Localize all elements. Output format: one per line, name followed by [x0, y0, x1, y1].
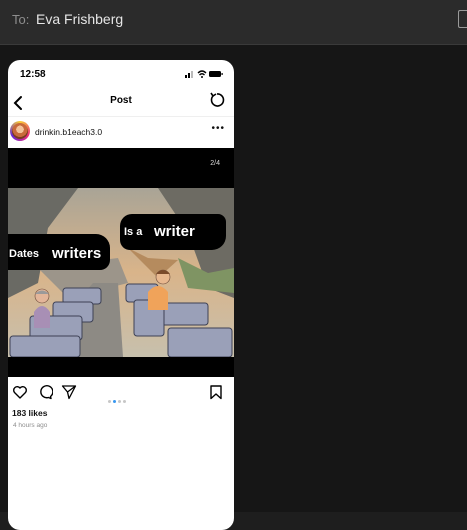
carousel-dot	[118, 400, 121, 403]
recipient-name[interactable]: Eva Frishberg	[36, 11, 123, 27]
to-label: To:	[12, 12, 30, 27]
carousel-dot	[108, 400, 111, 403]
post-header: drinkin.b1each3.0 •••	[8, 116, 234, 149]
post-media[interactable]: 2/4 Dates writers Is a writer	[8, 148, 234, 377]
carousel-dots	[107, 390, 127, 408]
media-counter: 2/4	[210, 160, 220, 167]
status-time: 12:58	[20, 69, 46, 80]
phone-screenshot: 12:58 Post drinkin.b1each3.0 ••• 2/4 Dat…	[8, 60, 234, 530]
carousel-dot-active	[113, 400, 116, 403]
meme-caption-left: Dates writers	[8, 234, 110, 270]
carousel-dot	[123, 400, 126, 403]
post-username[interactable]: drinkin.b1each3.0	[35, 127, 102, 137]
refresh-icon[interactable]	[209, 92, 225, 108]
heart-icon[interactable]	[12, 384, 28, 400]
status-icons	[185, 70, 223, 78]
post-timestamp: 4 hours ago	[13, 422, 48, 429]
likes-count[interactable]: 183 likes	[12, 408, 47, 418]
meme-caption-right: Is a writer	[120, 214, 226, 250]
compose-header: To: Eva Frishberg	[0, 0, 467, 45]
post-actions	[8, 377, 234, 407]
bookmark-icon[interactable]	[208, 384, 224, 400]
comment-icon[interactable]	[37, 384, 53, 400]
avatar[interactable]	[10, 121, 30, 141]
more-options-icon[interactable]: •••	[211, 123, 225, 134]
share-icon[interactable]	[61, 384, 77, 400]
nav-title: Post	[110, 95, 132, 106]
window-corner-icon[interactable]	[458, 10, 467, 28]
